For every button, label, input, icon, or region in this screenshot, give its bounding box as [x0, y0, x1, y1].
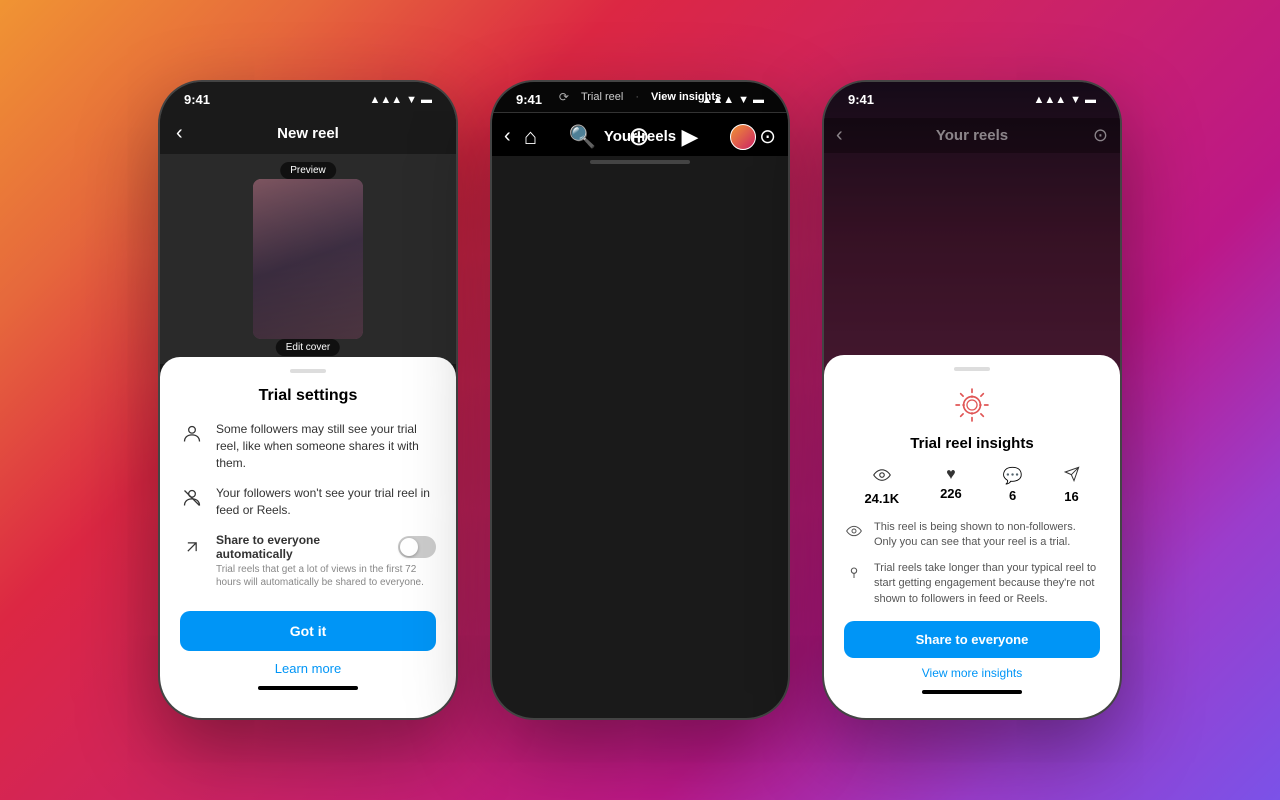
back-icon-2[interactable]: ‹: [504, 125, 528, 148]
trial-reel-icon: [950, 383, 994, 427]
status-time-1: 9:41: [184, 92, 210, 107]
page-title-1: New reel: [200, 125, 416, 142]
reel-nav-title: Your reels: [528, 128, 752, 145]
battery-icon-3: ▬: [1085, 94, 1096, 106]
phone3-nav-title: Your reels: [860, 127, 1084, 144]
edit-cover-badge[interactable]: Edit cover: [276, 339, 340, 356]
views-stat: 24.1K: [864, 466, 899, 506]
wifi-icon-3: ▼: [1070, 94, 1081, 106]
toggle-sub: Trial reels that get a lot of views in t…: [216, 563, 436, 589]
signal-icon: ▲▲▲: [369, 94, 402, 106]
battery-icon: ▬: [421, 94, 432, 106]
insight-text-2: Trial reels take longer than your typica…: [874, 561, 1100, 607]
home-indicator-2: [590, 160, 690, 164]
likes-icon-3: ♥: [946, 466, 956, 484]
views-count: 24.1K: [864, 491, 899, 506]
phone3-nav-bar: ‹ Your reels ⊙: [824, 118, 1120, 153]
setting-item-2: Your followers won't see your trial reel…: [180, 485, 436, 519]
insights-title: Trial reel insights: [844, 435, 1100, 452]
sheet-title: Trial settings: [180, 387, 436, 405]
comments-stat: 💬 6: [1003, 466, 1023, 506]
view-more-insights-link[interactable]: View more insights: [844, 666, 1100, 680]
status-icons-3: ▲▲▲ ▼ ▬: [1033, 94, 1096, 106]
phone-3: 9:41 ▲▲▲ ▼ ▬ ‹ Your reels ⊙: [822, 80, 1122, 720]
sheet-handle: [290, 369, 326, 373]
back-icon-1[interactable]: ‹: [176, 122, 200, 145]
status-icons-2: ▲▲▲ ▼ ▬: [701, 94, 764, 106]
insight-info-1: This reel is being shown to non-follower…: [844, 520, 1100, 551]
pin-icon: [844, 562, 864, 582]
phone-1: 9:41 ▲▲▲ ▼ ▬ ‹ New reel Preview Edit cov…: [158, 80, 458, 720]
toggle-label: Share to everyone automatically: [216, 533, 398, 561]
share-icon: [180, 535, 204, 559]
toggle-row: Share to everyone automatically: [216, 533, 436, 561]
got-it-button[interactable]: Got it: [180, 611, 436, 651]
status-bar-3: 9:41 ▲▲▲ ▼ ▬: [824, 82, 1120, 111]
comments-count: 6: [1009, 488, 1016, 503]
insight-info-2: Trial reels take longer than your typica…: [844, 561, 1100, 607]
setting-text-1: Some followers may still see your trial …: [216, 421, 436, 471]
insight-text-1: This reel is being shown to non-follower…: [874, 520, 1100, 551]
person-icon: [180, 422, 204, 446]
insights-stats: 24.1K ♥ 226 💬 6 16: [844, 466, 1100, 506]
status-bar-1: 9:41 ▲▲▲ ▼ ▬: [160, 82, 456, 111]
status-time-2: 9:41: [516, 92, 542, 107]
trial-settings-sheet: Trial settings Some followers may still …: [160, 357, 456, 718]
battery-icon-2: ▬: [753, 94, 764, 106]
toggle-container: Share to everyone automatically Trial re…: [180, 533, 436, 589]
phone-2: 9:41 ▲▲▲ ▼ ▬ ‹ Your reels ⊙: [490, 80, 790, 720]
shares-stat: 16: [1064, 466, 1080, 506]
insights-sheet: Trial reel insights 24.1K ♥ 226 💬 6: [824, 355, 1120, 718]
shares-count: 16: [1064, 489, 1078, 504]
status-time-3: 9:41: [848, 92, 874, 107]
insights-icon-container: [844, 383, 1100, 427]
wifi-icon-2: ▼: [738, 94, 749, 106]
back-icon-3[interactable]: ‹: [836, 124, 860, 147]
share-everyone-button[interactable]: Share to everyone: [844, 621, 1100, 658]
video-preview-area: Preview Edit cover: [160, 154, 456, 364]
preview-badge[interactable]: Preview: [280, 162, 336, 179]
toggle-switch[interactable]: [398, 536, 436, 558]
signal-icon-3: ▲▲▲: [1033, 94, 1066, 106]
camera-icon[interactable]: ⊙: [752, 124, 776, 149]
shares-icon: [1064, 466, 1080, 487]
nav-bar-1: ‹ New reel: [160, 114, 456, 153]
likes-stat: ♥ 226: [940, 466, 962, 506]
signal-icon-2: ▲▲▲: [701, 94, 734, 106]
wifi-icon: ▼: [406, 94, 417, 106]
video-thumbnail: [253, 179, 363, 339]
setting-item-1: Some followers may still see your trial …: [180, 421, 436, 471]
insights-handle: [954, 367, 990, 371]
status-icons-1: ▲▲▲ ▼ ▬: [369, 94, 432, 106]
home-indicator-1: [258, 686, 358, 690]
setting-text-2: Your followers won't see your trial reel…: [216, 485, 436, 519]
camera-icon-3[interactable]: ⊙: [1084, 125, 1108, 146]
learn-more-link[interactable]: Learn more: [180, 661, 436, 676]
reel-nav-bar: ‹ Your reels ⊙: [492, 118, 788, 155]
views-icon: [873, 466, 891, 489]
toggle-content: Share to everyone automatically Trial re…: [216, 533, 436, 589]
likes-count: 226: [940, 486, 962, 501]
status-bar-2: 9:41 ▲▲▲ ▼ ▬: [492, 82, 788, 111]
home-indicator-3: [922, 690, 1022, 694]
comments-icon-3: 💬: [1003, 466, 1023, 486]
eye-icon: [844, 521, 864, 541]
no-followers-icon: [180, 486, 204, 510]
